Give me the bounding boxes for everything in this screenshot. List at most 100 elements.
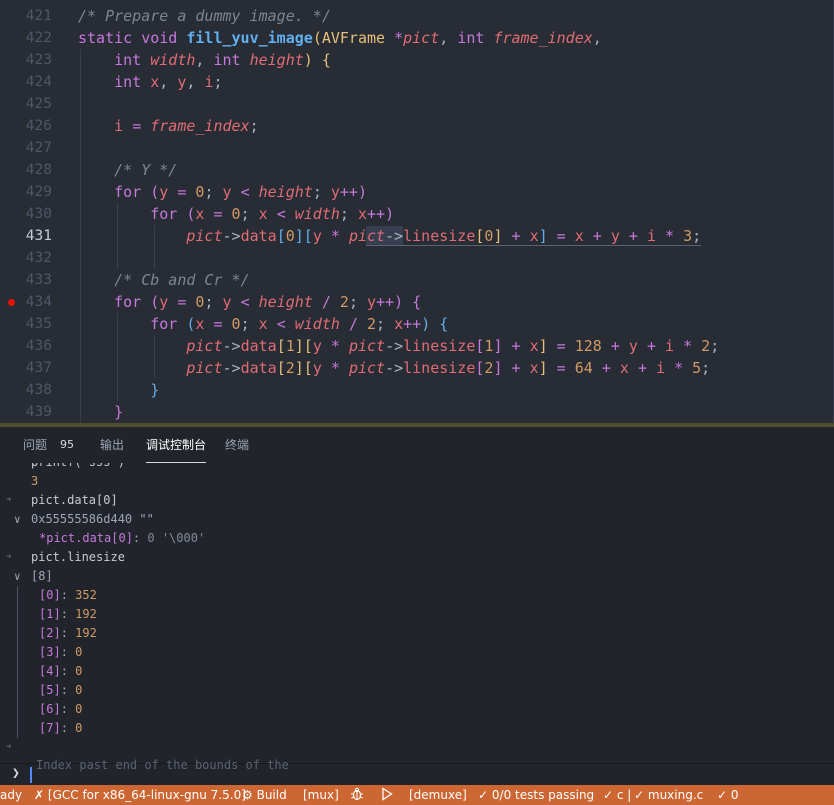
status-build[interactable]: ⚙ Build [242, 785, 287, 805]
line-gutter[interactable]: 431 [0, 225, 78, 247]
line-gutter[interactable]: 434 [0, 291, 78, 313]
code-token: ( [150, 183, 160, 201]
variable-value: 0 '\000' [147, 531, 206, 545]
console-row: printf("sss") [0, 463, 834, 472]
console-row: [7]: 0 [0, 719, 834, 738]
code-token: x [394, 315, 404, 333]
status-launch-target[interactable]: [demuxe] [409, 785, 467, 805]
tab-debug-console[interactable]: 调试控制台 [146, 427, 207, 463]
separator: : [60, 645, 76, 659]
chevron-down-icon[interactable]: ∨ [14, 567, 21, 586]
line-gutter[interactable]: 428 [0, 159, 78, 181]
status-file[interactable]: ✓ muxing.c [634, 785, 703, 805]
line-gutter[interactable]: 421 [0, 5, 78, 27]
code-token: * [394, 29, 404, 47]
status-kit[interactable]: ✗ [GCC for x86_64-linux-gnu 7.5.0] [34, 785, 246, 805]
status-tests[interactable]: ✓ 0/0 tests passing [478, 785, 594, 805]
breakpoint-icon[interactable] [8, 299, 15, 306]
code-line[interactable]: 423 int width, int height) { [0, 49, 834, 71]
code-line[interactable]: 439 } [0, 401, 834, 423]
code-text: int width, int height) { [78, 49, 331, 71]
code-token: ; [701, 359, 711, 377]
code-line[interactable]: 436 pict->data[1][y * pict->linesize[1] … [0, 335, 834, 357]
code-token: 5 [692, 359, 702, 377]
code-line[interactable]: 433 /* Cb and Cr */ [0, 269, 834, 291]
indent-guide [154, 247, 156, 269]
status-language[interactable]: ✓ c | [603, 785, 631, 805]
console-row[interactable]: ∨ 0x55555586d440 "" [0, 510, 834, 529]
code-line[interactable]: 421 /* Prepare a dummy image. */ [0, 5, 834, 27]
code-token: pict [186, 337, 223, 355]
code-line[interactable]: 438 } [0, 379, 834, 401]
code-line[interactable]: 435 for (x = 0; x < width / 2; x++) { [0, 313, 834, 335]
code-line[interactable]: 427 [0, 137, 834, 159]
status-target[interactable]: [mux] [303, 785, 339, 805]
code-line[interactable]: 430 for (x = 0; x < width; x++) [0, 203, 834, 225]
separator: : [60, 626, 76, 640]
code-token: 2 [701, 337, 711, 355]
code-text: } [78, 401, 123, 423]
code-line[interactable]: 422 static void fill_yuv_image(AVFrame *p… [0, 27, 834, 49]
line-gutter[interactable]: 423 [0, 49, 78, 71]
code-line[interactable]: 428 /* Y */ [0, 159, 834, 181]
line-gutter[interactable]: 433 [0, 269, 78, 291]
line-gutter[interactable]: 430 [0, 203, 78, 225]
play-icon[interactable] [381, 785, 393, 805]
debug-console-input[interactable]: ❯ Index past end of the bounds of the [0, 758, 834, 785]
line-gutter[interactable]: 438 [0, 379, 78, 401]
tab-terminal[interactable]: 终端 [225, 427, 249, 463]
status-problems[interactable]: ✓ 0 [717, 785, 739, 805]
code-line[interactable]: 432 [0, 247, 834, 269]
code-token: + [601, 359, 620, 377]
line-gutter[interactable]: 432 [0, 247, 78, 269]
bug-icon[interactable] [350, 785, 364, 805]
line-gutter[interactable]: 424 [0, 71, 78, 93]
console-expandable-value: 0x55555586d440 "" [31, 512, 154, 526]
status-ready: ady [0, 788, 23, 802]
code-token: } [150, 381, 160, 399]
code-line[interactable]: 437 pict->data[2][y * pict->linesize[2] … [0, 357, 834, 379]
line-gutter[interactable]: 436 [0, 335, 78, 357]
line-gutter[interactable]: 422 [0, 27, 78, 49]
code-token: for [114, 293, 151, 311]
code-line[interactable]: 424 int x, y, i; [0, 71, 834, 93]
chevron-down-icon[interactable]: ∨ [14, 510, 21, 529]
console-row: [0]: 352 [0, 586, 834, 605]
debug-console-output[interactable]: printf("sss") 3 ➔ pict.data[0] ∨ 0x55555586d4… [0, 463, 834, 763]
code-token: int [114, 51, 151, 69]
console-row: *pict.data[0]: 0 '\000' [0, 529, 834, 548]
tab-output[interactable]: 输出 [100, 427, 124, 463]
tab-problems[interactable]: 问题 [23, 427, 47, 463]
line-gutter[interactable]: 429 [0, 181, 78, 203]
line-gutter[interactable]: 425 [0, 93, 78, 115]
code-token: pict [348, 337, 386, 355]
variable-value: 0 [75, 721, 83, 735]
line-gutter[interactable]: 435 [0, 313, 78, 335]
code-line[interactable]: 425 [0, 93, 834, 115]
line-gutter[interactable]: 439 [0, 401, 78, 423]
code-token: ; [348, 293, 367, 311]
console-row[interactable]: ∨ [8] [0, 567, 834, 586]
code-token: ; [312, 183, 331, 201]
problems-count-badge: 95 [60, 438, 74, 451]
code-token: ) [385, 205, 395, 223]
code-line[interactable]: 426 i = frame_index; [0, 115, 834, 137]
code-token: x [258, 205, 277, 223]
code-token: ++ [376, 293, 395, 311]
code-token: y [312, 359, 331, 377]
code-line[interactable]: 429 for (y = 0; y < height; y++) [0, 181, 834, 203]
line-gutter[interactable]: 426 [0, 115, 78, 137]
code-line[interactable]: 431 pict->data[0][y * pict->linesize[0] … [0, 225, 834, 247]
code-editor[interactable]: 421 /* Prepare a dummy image. */ 422 static… [0, 0, 834, 427]
line-gutter[interactable]: 437 [0, 357, 78, 379]
indent-guide [80, 247, 81, 269]
code-token: width [294, 205, 340, 223]
code-line[interactable]: 434 for (y = 0; y < height / 2; y++) { [0, 291, 834, 313]
line-gutter[interactable]: 427 [0, 137, 78, 159]
